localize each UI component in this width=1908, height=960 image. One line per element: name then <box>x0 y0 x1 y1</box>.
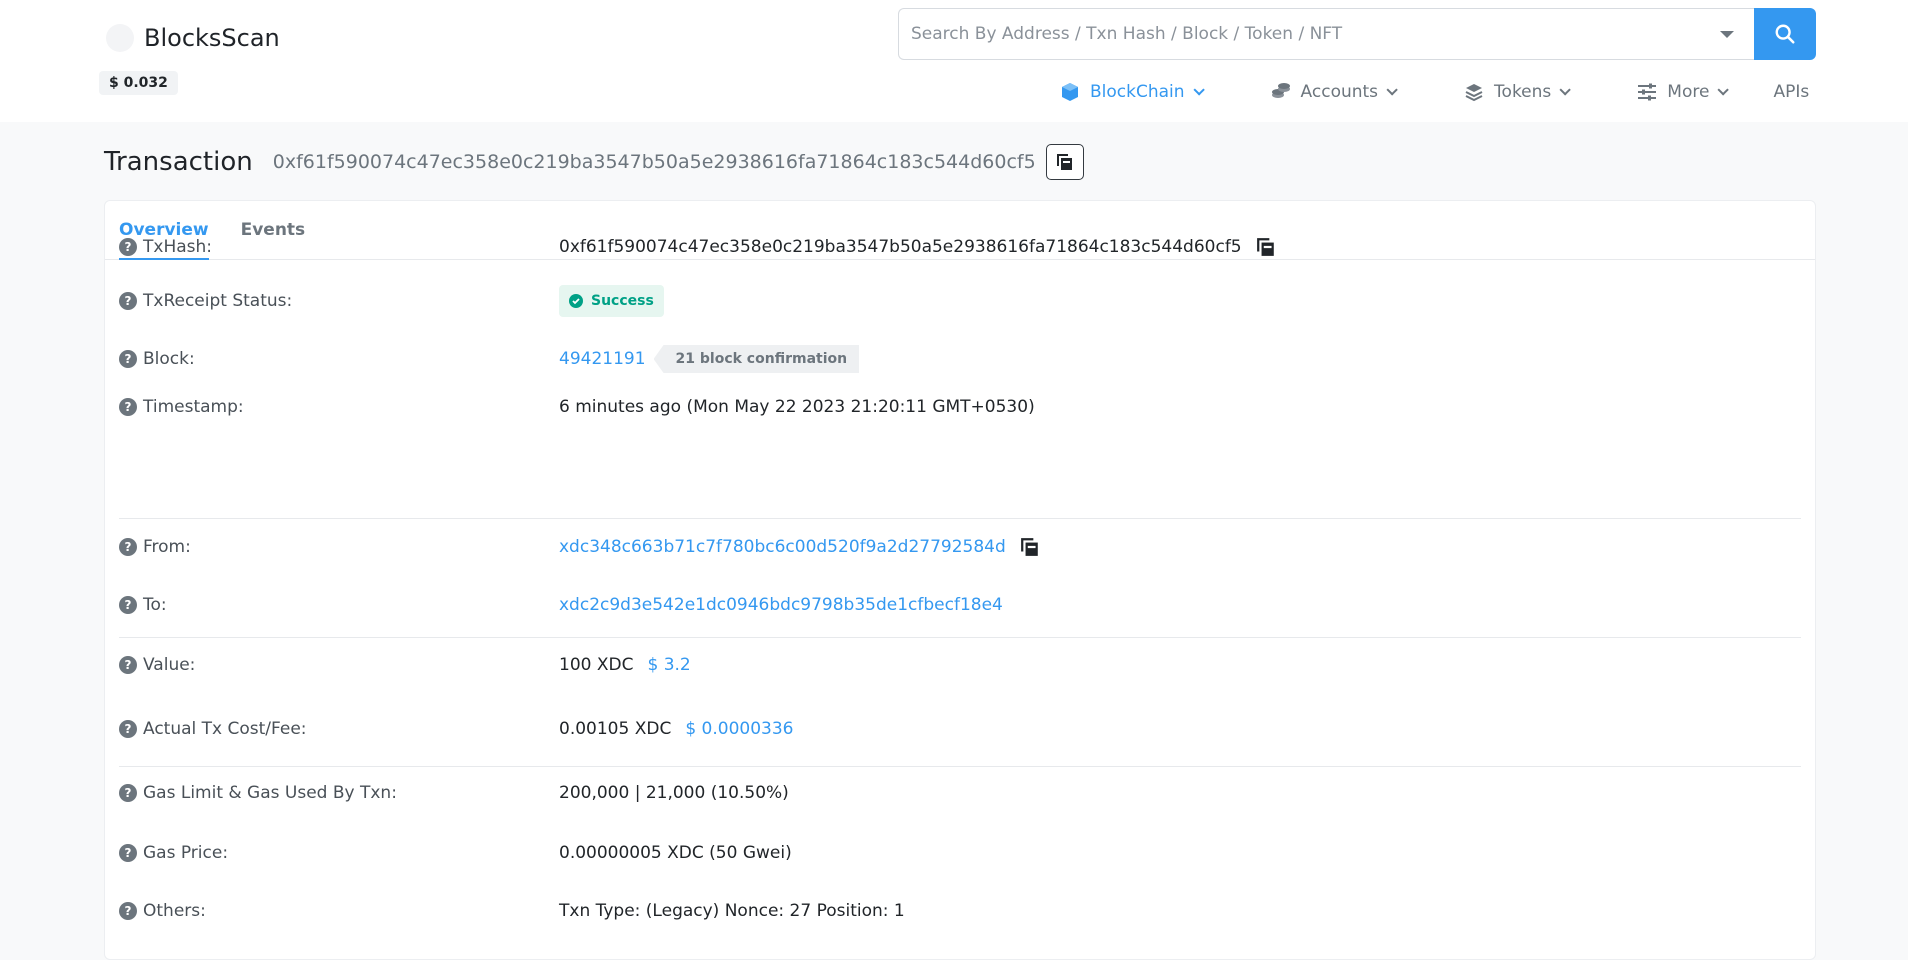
main-nav: BlockChain Accounts Tokens More APIs <box>1060 78 1809 106</box>
check-circle-icon <box>569 294 583 308</box>
block-link[interactable]: 49421191 <box>559 349 646 369</box>
row-gas-price: ? Gas Price: 0.00000005 XDC (50 Gwei) <box>119 843 1801 863</box>
price-badge: $ 0.032 <box>99 71 178 95</box>
value-amount: 100 XDC <box>559 655 634 675</box>
row-label: To: <box>143 595 167 615</box>
layers-icon <box>1464 82 1484 102</box>
from-address-link[interactable]: xdc348c663b71c7f780bc6c00d520f9a2d277925… <box>559 537 1006 557</box>
search-input[interactable] <box>911 24 1720 44</box>
chevron-down-icon <box>1386 84 1398 96</box>
nav-tokens[interactable]: Tokens <box>1464 82 1572 102</box>
chevron-down-icon <box>1559 84 1572 96</box>
status-badge: Success <box>559 285 664 317</box>
chevron-down-icon[interactable] <box>1720 30 1734 38</box>
search-icon <box>1775 24 1795 44</box>
help-icon[interactable]: ? <box>119 844 137 862</box>
help-icon[interactable]: ? <box>119 538 137 556</box>
help-icon[interactable]: ? <box>119 656 137 674</box>
divider <box>119 766 1801 767</box>
help-icon[interactable]: ? <box>119 238 137 256</box>
search-bar <box>898 8 1816 60</box>
transaction-hash: 0xf61f590074c47ec358e0c219ba3547b50a5e29… <box>272 151 1036 173</box>
help-icon[interactable]: ? <box>119 902 137 920</box>
cube-icon <box>1060 82 1080 102</box>
nav-apis[interactable]: APIs <box>1773 82 1809 102</box>
copy-button[interactable] <box>1045 144 1084 180</box>
chevron-down-icon <box>1717 84 1730 96</box>
row-txhash: ? TxHash: 0xf61f590074c47ec358e0c219ba354… <box>119 237 1801 257</box>
help-icon[interactable]: ? <box>119 350 137 368</box>
nav-blockchain[interactable]: BlockChain <box>1060 82 1205 102</box>
help-icon[interactable]: ? <box>119 720 137 738</box>
row-label: Block: <box>143 349 195 369</box>
title-row: Transaction 0xf61f590074c47ec358e0c219ba… <box>104 144 1084 180</box>
help-icon[interactable]: ? <box>119 292 137 310</box>
row-label: Gas Limit & Gas Used By Txn: <box>143 783 397 803</box>
help-icon[interactable]: ? <box>119 398 137 416</box>
search-button[interactable] <box>1754 8 1816 60</box>
chevron-down-icon <box>1193 84 1205 96</box>
row-gas-limit: ? Gas Limit & Gas Used By Txn: 200,000 | … <box>119 783 1801 803</box>
coins-icon <box>1271 82 1291 102</box>
transaction-card: Overview Events ? TxHash: 0xf61f590074c47… <box>104 200 1816 960</box>
row-label: TxReceipt Status: <box>143 291 293 311</box>
status-text: Success <box>591 293 654 309</box>
nav-more[interactable]: More <box>1637 82 1730 102</box>
sliders-icon <box>1637 82 1657 102</box>
gas-price-value: 0.00000005 XDC (50 Gwei) <box>559 843 792 863</box>
row-label: Gas Price: <box>143 843 229 863</box>
top-header: BlocksScan $ 0.032 BlockChain Accounts <box>0 0 1908 122</box>
logo[interactable]: BlocksScan <box>106 24 280 52</box>
row-fee: ? Actual Tx Cost/Fee: 0.00105 XDC $ 0.000… <box>119 719 1801 739</box>
timestamp-value: 6 minutes ago (Mon May 22 2023 21:20:11 … <box>559 397 1035 417</box>
row-others: ? Others: Txn Type: (Legacy) Nonce: 27 Po… <box>119 901 1801 921</box>
row-from: ? From: xdc348c663b71c7f780bc6c00d520f9a2… <box>119 537 1801 557</box>
divider <box>119 518 1801 519</box>
row-block: ? Block: 49421191 21 block confirmation <box>119 345 1801 373</box>
row-label: Timestamp: <box>143 397 244 417</box>
value-usd: $ 3.2 <box>647 655 691 675</box>
confirmation-badge: 21 block confirmation <box>653 345 860 373</box>
logo-icon <box>106 24 134 52</box>
help-icon[interactable]: ? <box>119 784 137 802</box>
others-value: Txn Type: (Legacy) Nonce: 27 Position: 1 <box>559 901 905 921</box>
nav-accounts[interactable]: Accounts <box>1271 82 1398 102</box>
fee-amount: 0.00105 XDC <box>559 719 672 739</box>
copy-icon[interactable] <box>1256 237 1276 257</box>
row-timestamp: ? Timestamp: 6 minutes ago (Mon May 22 20… <box>119 397 1801 417</box>
txhash-value: 0xf61f590074c47ec358e0c219ba3547b50a5e29… <box>559 237 1242 257</box>
nav-label: Accounts <box>1300 82 1379 102</box>
fee-usd: $ 0.0000336 <box>685 719 794 739</box>
to-address-link[interactable]: xdc2c9d3e542e1dc0946bdc9798b35de1cfbecf1… <box>559 595 1003 615</box>
nav-label: APIs <box>1773 82 1810 102</box>
logo-text: BlocksScan <box>144 24 280 52</box>
help-icon[interactable]: ? <box>119 596 137 614</box>
copy-icon[interactable] <box>1020 537 1040 557</box>
row-label: Actual Tx Cost/Fee: <box>143 719 307 739</box>
nav-label: BlockChain <box>1090 82 1185 102</box>
nav-label: More <box>1667 82 1710 102</box>
search-box <box>898 8 1754 60</box>
page-title: Transaction <box>104 147 253 177</box>
divider <box>119 637 1801 638</box>
row-label: Others: <box>143 901 206 921</box>
row-label: From: <box>143 537 191 557</box>
row-to: ? To: xdc2c9d3e542e1dc0946bdc9798b35de1cf… <box>119 595 1801 615</box>
nav-label: Tokens <box>1494 82 1552 102</box>
row-label: Value: <box>143 655 196 675</box>
row-label: TxHash: <box>143 237 213 257</box>
copy-icon <box>1056 154 1072 170</box>
gas-limit-value: 200,000 | 21,000 (10.50%) <box>559 783 789 803</box>
row-value: ? Value: 100 XDC $ 3.2 <box>119 655 1801 675</box>
row-status: ? TxReceipt Status: Success <box>119 285 1801 317</box>
